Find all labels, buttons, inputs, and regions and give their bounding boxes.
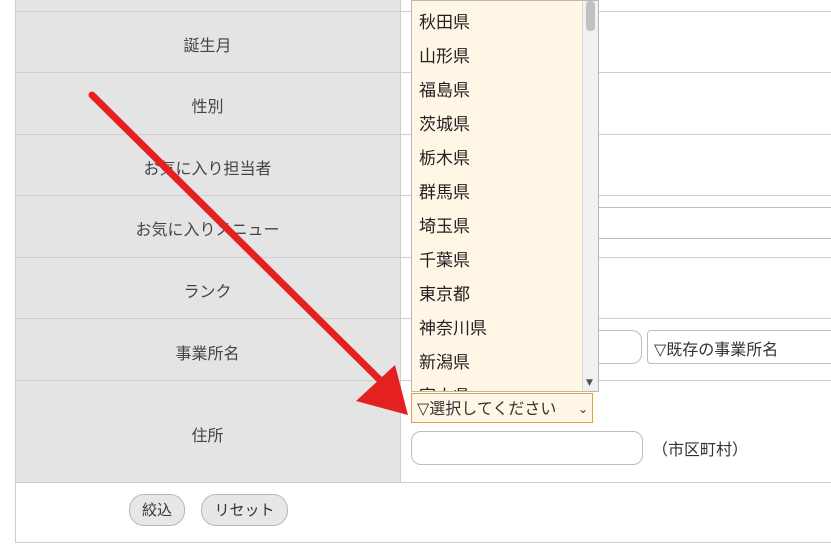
arrow-shaft — [88, 91, 386, 386]
arrow-head — [356, 365, 408, 415]
red-arrow-annotation — [88, 91, 408, 415]
